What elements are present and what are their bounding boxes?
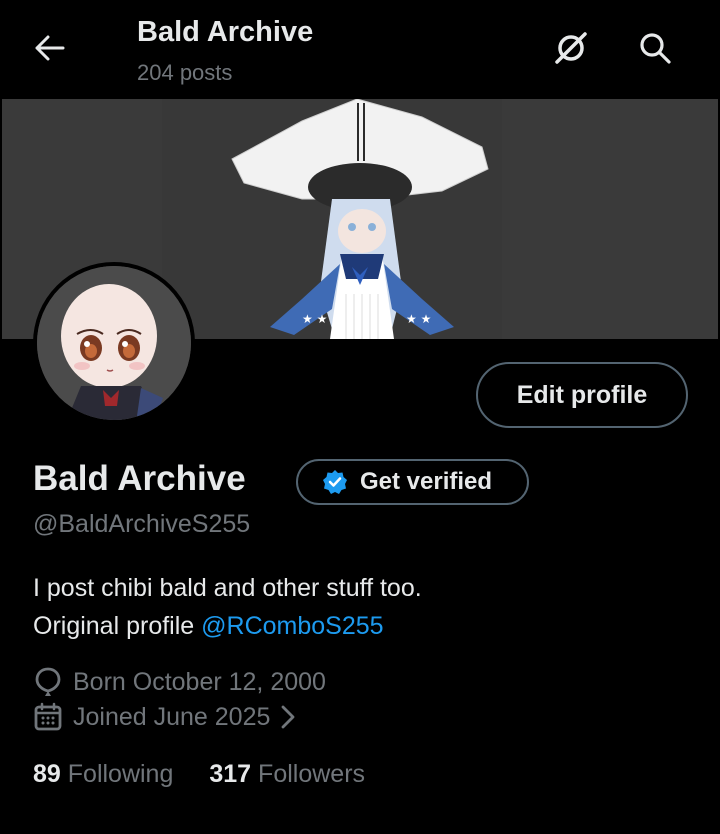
search-button[interactable]: [633, 26, 677, 70]
birthday-row: Born October 12, 2000: [33, 666, 326, 698]
get-verified-label: Get verified: [360, 468, 493, 495]
followers-link[interactable]: 317 Followers: [209, 760, 365, 789]
joined-row[interactable]: Joined June 2025: [33, 702, 296, 732]
display-name: Bald Archive: [33, 459, 246, 498]
following-label: Following: [67, 760, 174, 788]
joined-text: Joined June 2025: [73, 702, 271, 731]
verified-badge-icon: [323, 470, 347, 494]
bio-line: I post chibi bald and other stuff too.: [33, 574, 422, 602]
chevron-right-icon: [281, 705, 295, 729]
profile-avatar[interactable]: [33, 262, 195, 424]
edit-profile-button[interactable]: Edit profile: [476, 362, 688, 428]
avatar-image: [37, 266, 191, 420]
user-handle: @BaldArchiveS255: [33, 510, 251, 538]
bio-text: Original profile: [33, 612, 202, 640]
svg-text:★ ★: ★ ★: [302, 312, 327, 326]
get-verified-button[interactable]: Get verified: [296, 459, 529, 505]
calendar-icon: [34, 702, 62, 731]
header-title: Bald Archive: [137, 16, 314, 48]
birthday-text: Born October 12, 2000: [73, 667, 326, 696]
followers-label: Followers: [258, 760, 366, 788]
grok-icon: [555, 32, 587, 64]
back-button[interactable]: [28, 26, 72, 70]
profile-bio: I post chibi bald and other stuff too. O…: [33, 569, 422, 645]
post-count: 204 posts: [137, 60, 233, 85]
arrow-left-icon: [35, 35, 65, 61]
search-icon: [640, 33, 671, 64]
top-bar: Bald Archive 204 posts: [0, 0, 720, 99]
followers-count: 317: [209, 760, 252, 788]
bio-mention-link[interactable]: @RComboS255: [201, 612, 383, 640]
following-link[interactable]: 89 Following: [33, 760, 173, 789]
bio-line: Original profile @RComboS255: [33, 607, 422, 645]
follow-stats: 89 Following 317 Followers: [33, 760, 365, 789]
balloon-icon: [35, 667, 61, 696]
following-count: 89: [33, 760, 61, 788]
grok-button[interactable]: [549, 26, 593, 70]
svg-text:★ ★: ★ ★: [406, 312, 431, 326]
